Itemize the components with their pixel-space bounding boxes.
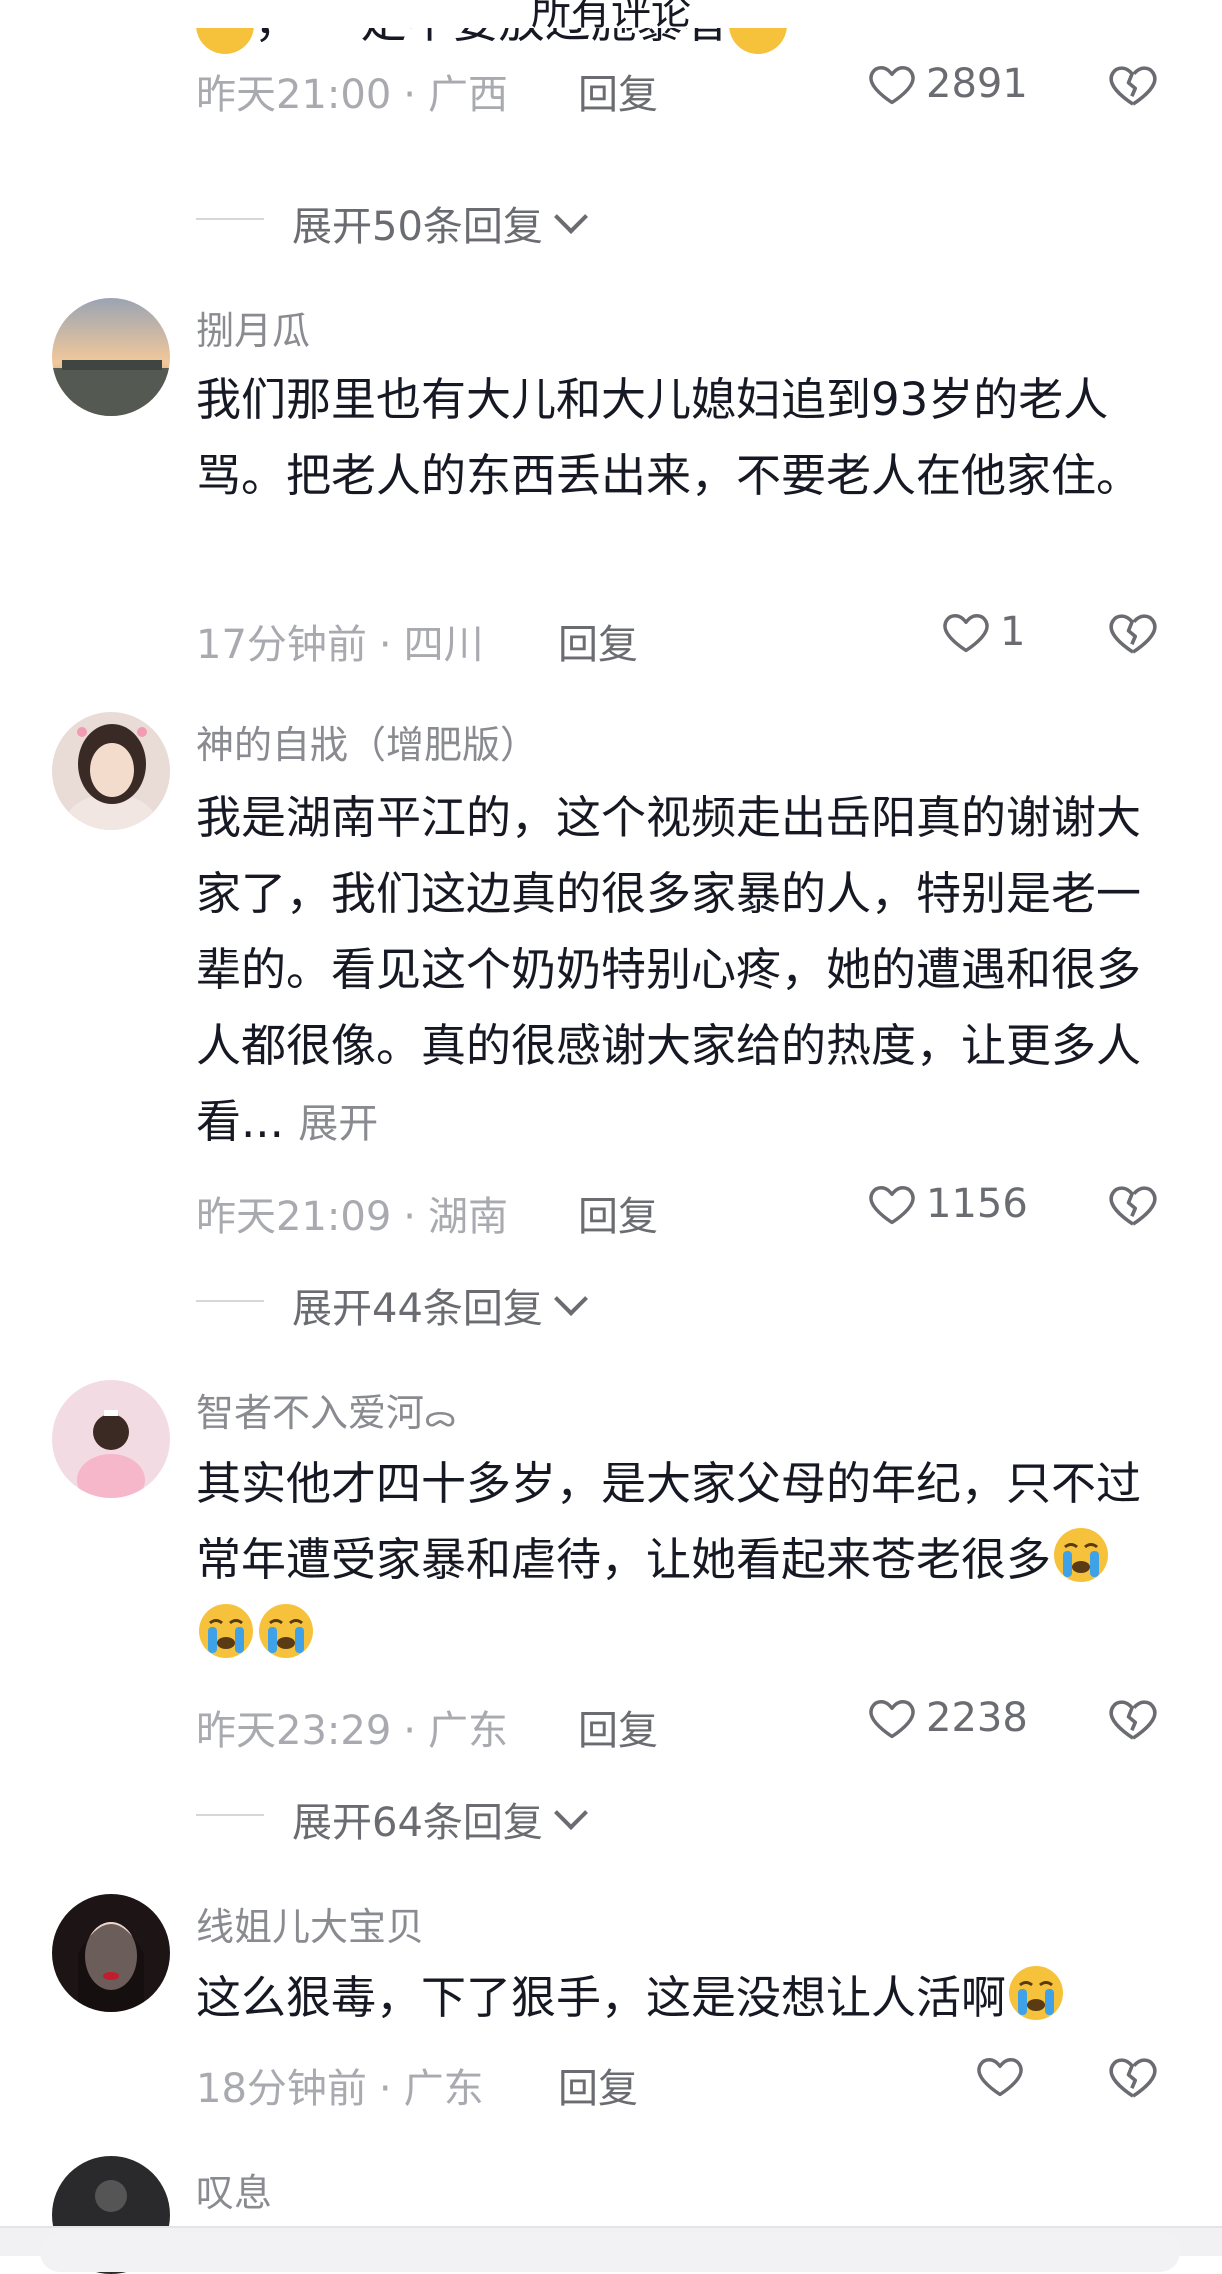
comment-time: 昨天23:29 xyxy=(196,1708,392,1754)
dislike-button[interactable] xyxy=(1106,1692,1160,1746)
broken-heart-icon xyxy=(1109,1700,1157,1740)
comment-meta: 昨天21:09 · 湖南 xyxy=(196,1194,508,1240)
comment-location: 四川 xyxy=(403,622,484,668)
like-count: 1 xyxy=(1000,609,1026,655)
avatar-image xyxy=(52,1380,170,1498)
comment-username[interactable]: 神的自戕（增肥版） xyxy=(196,714,538,769)
comment-time: 昨天21:09 xyxy=(196,1194,392,1240)
expand-replies-button[interactable]: 展开64条回复 xyxy=(292,1790,588,1848)
divider xyxy=(196,1814,264,1816)
broken-heart-icon xyxy=(1109,614,1157,654)
like-count: 2891 xyxy=(926,61,1028,107)
comment-text: 我们那里也有大儿和大儿媳妇追到93岁的老人骂。把老人的东西丢出来，不要老人在他家… xyxy=(196,373,1142,502)
crying-emoji xyxy=(728,28,787,54)
comment-username[interactable]: 捌月瓜 xyxy=(196,300,310,355)
chevron-down-icon xyxy=(553,200,588,234)
heart-outline-icon xyxy=(943,614,989,653)
comment-username[interactable]: 线姐儿大宝贝 xyxy=(196,1896,424,1951)
broken-heart-icon xyxy=(1109,2058,1157,2098)
expand-replies-button[interactable]: 展开44条回复 xyxy=(292,1276,588,1334)
expand-replies-label: 展开44条回复 xyxy=(292,1286,543,1332)
reply-button[interactable]: 回复 xyxy=(578,62,658,120)
comment-time: 18分钟前 xyxy=(196,2066,367,2112)
avatar[interactable] xyxy=(52,712,170,830)
like-button[interactable]: 1 xyxy=(940,606,1025,658)
reply-button[interactable]: 回复 xyxy=(558,2056,638,2114)
loudly-crying-face-emoji xyxy=(259,1604,313,1658)
divider xyxy=(196,218,264,220)
like-button[interactable]: 2238 xyxy=(866,1692,1028,1744)
dislike-button[interactable] xyxy=(1106,606,1160,660)
avatar[interactable] xyxy=(52,298,170,416)
comment-text: 其实他才四十多岁，是大家父母的年纪，只不过常年遭受家暴和虐待，让她看起来苍老很多 xyxy=(196,1446,1156,1674)
expand-text-button[interactable]: 展开 xyxy=(298,1101,378,1147)
loudly-crying-face-emoji xyxy=(199,1604,253,1658)
avatar[interactable] xyxy=(52,1380,170,1498)
loudly-crying-face-emoji xyxy=(1009,1966,1064,2020)
comment-text: 我是湖南平江的，这个视频走出岳阳真的谢谢大家了，我们这边真的很多家暴的人，特别是… xyxy=(196,791,1142,1148)
divider xyxy=(196,1300,264,1302)
heart-outline-icon xyxy=(977,2058,1023,2097)
chevron-down-icon xyxy=(553,1282,588,1316)
dislike-button[interactable] xyxy=(1106,58,1160,112)
avatar-image xyxy=(52,1894,170,2012)
comment-time: 17分钟前 xyxy=(196,622,367,668)
comment-text: 这么狠毒，下了狠手，这是没想让人活啊 xyxy=(196,1960,1156,2036)
dislike-button[interactable] xyxy=(1106,1178,1160,1232)
like-count: 1156 xyxy=(926,1181,1028,1227)
avatar-image xyxy=(52,712,170,830)
like-button[interactable]: 2891 xyxy=(866,58,1028,110)
avatar-image xyxy=(52,298,170,416)
like-count: 2238 xyxy=(926,1695,1028,1741)
like-button[interactable]: 1156 xyxy=(866,1178,1028,1230)
comment-username[interactable]: 叹息 xyxy=(196,2162,272,2217)
reply-button[interactable]: 回复 xyxy=(578,1184,658,1242)
comment-meta: 昨天21:00 · 广西 xyxy=(196,72,508,118)
username-badge: ᯅ xyxy=(424,1399,457,1434)
expand-replies-button[interactable]: 展开50条回复 xyxy=(292,194,588,252)
broken-heart-icon xyxy=(1109,1186,1157,1226)
heart-outline-icon xyxy=(869,66,915,105)
broken-heart-icon xyxy=(1109,66,1157,106)
comment-input[interactable] xyxy=(40,2232,1180,2272)
comment-meta: 17分钟前 · 四川 xyxy=(196,622,484,668)
expand-replies-label: 展开50条回复 xyxy=(292,204,543,250)
expand-replies-label: 展开64条回复 xyxy=(292,1800,543,1846)
avatar[interactable] xyxy=(52,1894,170,2012)
comment-time: 昨天21:00 xyxy=(196,72,392,118)
comment-username[interactable]: 智者不入爱河ᯅ xyxy=(196,1382,456,1437)
heart-outline-icon xyxy=(869,1700,915,1739)
heart-outline-icon xyxy=(869,1186,915,1225)
reply-button[interactable]: 回复 xyxy=(578,1698,658,1756)
loudly-crying-face-emoji xyxy=(1054,1528,1109,1582)
reply-button[interactable]: 回复 xyxy=(558,612,638,670)
chevron-down-icon xyxy=(553,1796,588,1830)
dislike-button[interactable] xyxy=(1106,2050,1160,2104)
comment-location: 广东 xyxy=(428,1708,508,1754)
comment-meta: 18分钟前 · 广东 xyxy=(196,2066,484,2112)
comment-location: 湖南 xyxy=(428,1194,508,1240)
like-button[interactable] xyxy=(974,2050,1034,2102)
comment-location: 广东 xyxy=(403,2066,484,2112)
comment-location: 广西 xyxy=(428,72,508,118)
crying-emoji xyxy=(196,28,254,54)
comment-meta: 昨天23:29 · 广东 xyxy=(196,1708,508,1754)
